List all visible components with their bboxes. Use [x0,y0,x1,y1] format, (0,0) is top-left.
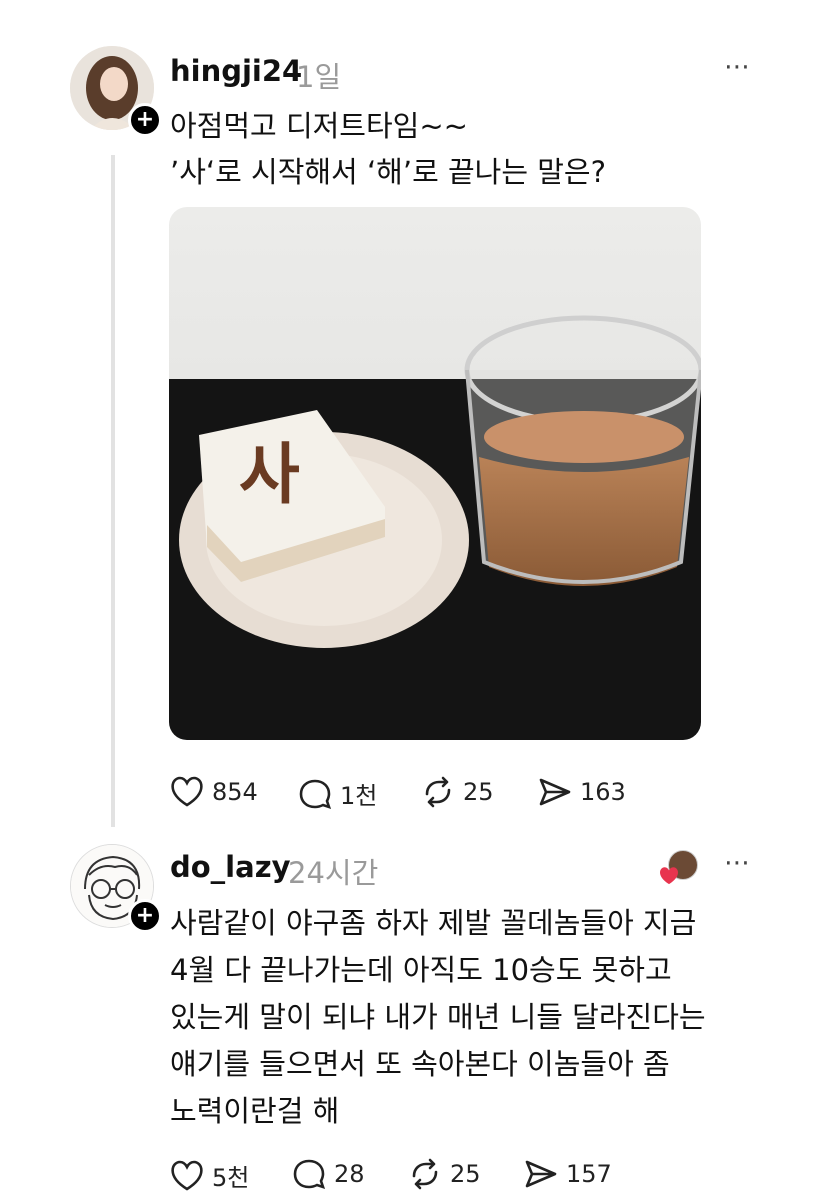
post-username[interactable]: hingji24 [170,54,302,88]
more-options-icon[interactable]: ⋯ [724,52,751,82]
dessert-photo: 사 [169,207,701,740]
reply-text-line-2: 4월 다 끝나가는데 아직도 10승도 못하고 [170,953,672,987]
post-image[interactable]: 사 [169,207,701,740]
heart-icon [171,776,203,807]
follow-plus-icon[interactable]: + [128,899,162,933]
like-count: 5천 [212,1164,250,1192]
comment-button[interactable]: 1천 [298,776,377,811]
post-text-line-1: 아점먹고 디저트타임~~ [170,109,468,143]
reply-text-line-3: 있는게 말이 되냐 내가 매년 니들 달라진다는 [170,1000,706,1034]
repost-button[interactable]: 25 [408,1158,481,1190]
send-icon [525,1160,557,1188]
repost-count: 25 [450,1160,481,1188]
cake-letter: 사 [239,436,300,513]
reply-username[interactable]: do_lazy [170,850,290,884]
share-button[interactable]: 163 [538,776,626,808]
reply-time: 24시간 [288,856,379,890]
like-count: 854 [212,778,258,806]
share-count: 163 [580,778,626,806]
share-count: 157 [566,1160,612,1188]
like-button[interactable]: 5천 [170,1158,249,1193]
heart-badge-icon [660,867,678,885]
reply-text-line-1: 사람같이 야구좀 하자 제발 꼴데놈들아 지금 [170,906,697,940]
reply-text-line-5: 노력이란걸 해 [170,1094,340,1128]
repost-count: 25 [463,778,494,806]
post-time: 1일 [296,60,342,94]
post-text-line-2: ’사‘로 시작해서 ‘해’로 끝나는 말은? [170,155,606,189]
follow-plus-icon[interactable]: + [128,103,162,137]
repost-button[interactable]: 25 [421,776,494,808]
more-options-icon[interactable]: ⋯ [724,848,751,878]
heart-icon [171,1160,203,1191]
repost-icon [425,776,451,808]
share-button[interactable]: 157 [524,1158,612,1190]
like-button[interactable]: 854 [170,776,258,808]
comment-count: 28 [334,1160,365,1188]
liked-by-author-badge [658,850,698,886]
comment-button[interactable]: 28 [292,1158,365,1190]
repost-icon [412,1158,438,1190]
comment-count: 1천 [340,782,378,810]
comment-icon [299,779,332,809]
thread-line [111,155,115,827]
reply-text-line-4: 얘기를 들으면서 또 속아본다 이놈들아 좀 [170,1047,670,1081]
send-icon [539,778,571,806]
comment-icon [293,1159,326,1190]
